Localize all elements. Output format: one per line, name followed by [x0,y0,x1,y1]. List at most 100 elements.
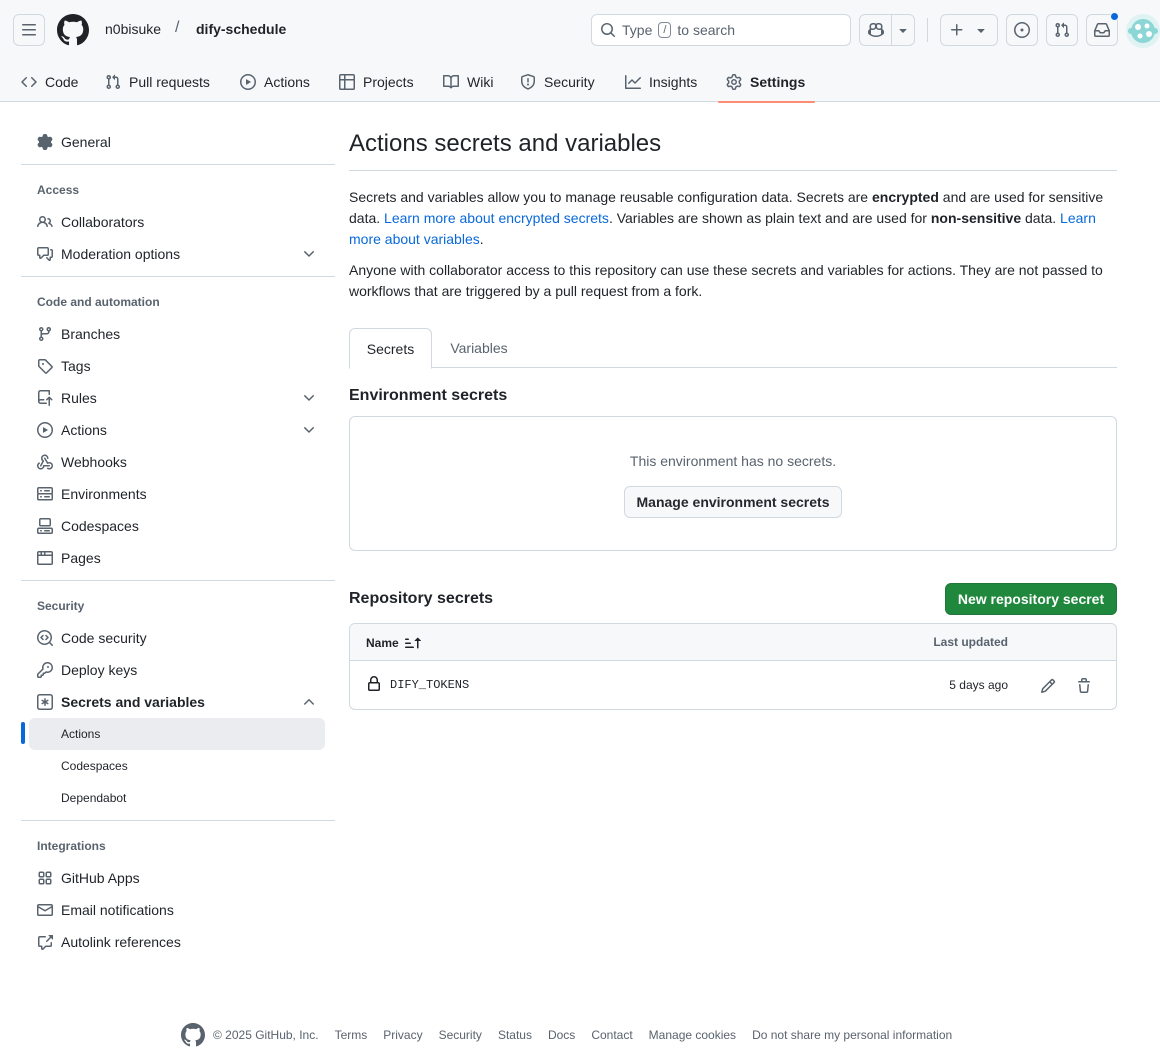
sidebar-item-label: Actions [61,422,107,438]
copilot-icon [867,22,884,38]
sidebar-item-moderation-options[interactable]: Moderation options [29,238,325,270]
sidebar-item-general[interactable]: General [29,126,325,158]
apps-icon [38,871,52,885]
user-avatar[interactable] [1126,14,1160,48]
secret-name: DIFY_TOKENS [390,678,470,692]
sidebar-divider [21,276,335,277]
github-logo-icon[interactable] [57,14,89,46]
search-shortcut-key: / [658,22,672,38]
shield-icon [521,74,535,90]
sidebar-item-label: Environments [61,486,147,502]
edit-secret-button[interactable] [1036,674,1060,698]
column-name-sort[interactable]: Name [366,635,421,651]
sidebar-item-autolink-references[interactable]: Autolink references [29,926,325,958]
github-mark-icon[interactable] [181,1023,205,1047]
play-icon [37,422,53,438]
search-placeholder-prefix: Type [622,22,653,38]
intro-text: . [479,231,484,247]
search-input[interactable]: Type / to search [591,14,851,46]
empty-state-message: This environment has no secrets. [629,453,837,469]
tab-label: Secrets [366,340,415,357]
breadcrumb-repo[interactable]: dify-schedule [196,21,286,37]
tab-secrets[interactable]: Secrets [349,328,432,369]
footer-link-do-not-share[interactable]: Do not share my personal information [752,1028,952,1042]
repository-secrets-heading: Repository secrets [349,590,494,607]
sidebar-item-label: Webhooks [61,454,127,470]
book-icon [443,74,459,89]
sidebar-item-github-apps[interactable]: GitHub Apps [29,862,325,894]
search-icon [601,23,616,38]
tab-pull-requests[interactable]: Pull requests [97,62,218,102]
header-divider [927,18,928,42]
tab-settings[interactable]: Settings [718,62,815,103]
sidebar-subitem-dependabot[interactable]: Dependabot [29,782,325,814]
tab-variables[interactable]: Variables [432,328,526,368]
codescan-icon [37,630,53,646]
environment-secrets-box: This environment has no secrets. Manage … [349,416,1117,551]
global-header: n0bisuke / dify-schedule Type / to searc… [0,0,1160,103]
sidebar-subitem-actions[interactable]: Actions [29,718,325,750]
sidebar-item-codespaces[interactable]: Codespaces [29,510,325,542]
caret-down-icon [899,29,907,33]
intro-paragraph: Secrets and variables allow you to manag… [349,187,1117,250]
secrets-variables-tabs: Secrets Variables [349,328,1117,369]
footer-link-docs[interactable]: Docs [548,1028,575,1042]
sidebar-item-label: Collaborators [61,214,145,230]
sidebar-item-collaborators[interactable]: Collaborators [29,206,325,238]
key-asterisk-icon [37,694,53,710]
breadcrumb-separator: / [175,19,180,36]
sidebar-divider [21,580,335,581]
create-new-button[interactable] [940,14,998,46]
tab-code[interactable]: Code [13,62,86,102]
sidebar-item-label: Deploy keys [61,662,138,678]
sidebar-heading-security: Security [37,599,85,613]
sidebar-item-secrets-and-variables[interactable]: Secrets and variables [29,686,325,718]
sidebar-item-webhooks[interactable]: Webhooks [29,446,325,478]
server-icon [37,487,53,501]
comment-discussion-icon [37,247,53,261]
repo-nav-tabs: Code Pull requests Actions Projects Wiki… [0,62,1160,103]
tab-projects[interactable]: Projects [331,62,422,102]
sidebar-item-tags[interactable]: Tags [29,350,325,382]
sidebar-item-email-notifications[interactable]: Email notifications [29,894,325,926]
footer-link-security[interactable]: Security [439,1028,482,1042]
sidebar-item-actions[interactable]: Actions [29,414,325,446]
tab-label: Code [45,74,79,90]
sidebar-item-code-security[interactable]: Code security [29,622,325,654]
footer-link-status[interactable]: Status [498,1028,532,1042]
sidebar-item-pages[interactable]: Pages [29,542,325,574]
sidebar-subitem-label: Dependabot [61,791,127,805]
sidebar-item-deploy-keys[interactable]: Deploy keys [29,654,325,686]
sidebar-item-environments[interactable]: Environments [29,478,325,510]
footer-link-terms[interactable]: Terms [335,1028,368,1042]
pull-requests-button[interactable] [1046,14,1078,46]
footer-link-contact[interactable]: Contact [591,1028,632,1042]
title-divider [349,170,1117,171]
footer-link-privacy[interactable]: Privacy [383,1028,422,1042]
issue-opened-icon [1014,22,1030,38]
tab-wiki[interactable]: Wiki [435,62,501,102]
trash-icon [1078,678,1090,693]
open-menu-button[interactable] [13,14,45,46]
new-repository-secret-button[interactable]: New repository secret [945,583,1117,615]
sidebar-subitem-codespaces[interactable]: Codespaces [29,750,325,782]
repo-push-icon [38,390,53,406]
issues-button[interactable] [1006,14,1038,46]
sidebar-item-branches[interactable]: Branches [29,318,325,350]
footer-link-manage-cookies[interactable]: Manage cookies [649,1028,736,1042]
delete-secret-button[interactable] [1072,674,1096,698]
tab-insights[interactable]: Insights [617,62,705,102]
breadcrumb-owner[interactable]: n0bisuke [105,21,161,37]
tab-actions[interactable]: Actions [232,62,318,102]
manage-environment-secrets-button[interactable]: Manage environment secrets [624,486,842,518]
sidebar-item-rules[interactable]: Rules [29,382,325,414]
intro-text: data. [1021,210,1061,226]
tab-security[interactable]: Security [512,62,603,102]
learn-more-secrets-link[interactable]: Learn more about encrypted secrets [384,210,609,226]
sidebar-item-label: Branches [61,326,121,342]
gear-icon [726,74,742,90]
copilot-button[interactable] [859,14,915,46]
page-title: Actions secrets and variables [349,130,662,157]
sidebar-heading-integrations: Integrations [37,839,106,853]
webhook-icon [37,454,53,470]
